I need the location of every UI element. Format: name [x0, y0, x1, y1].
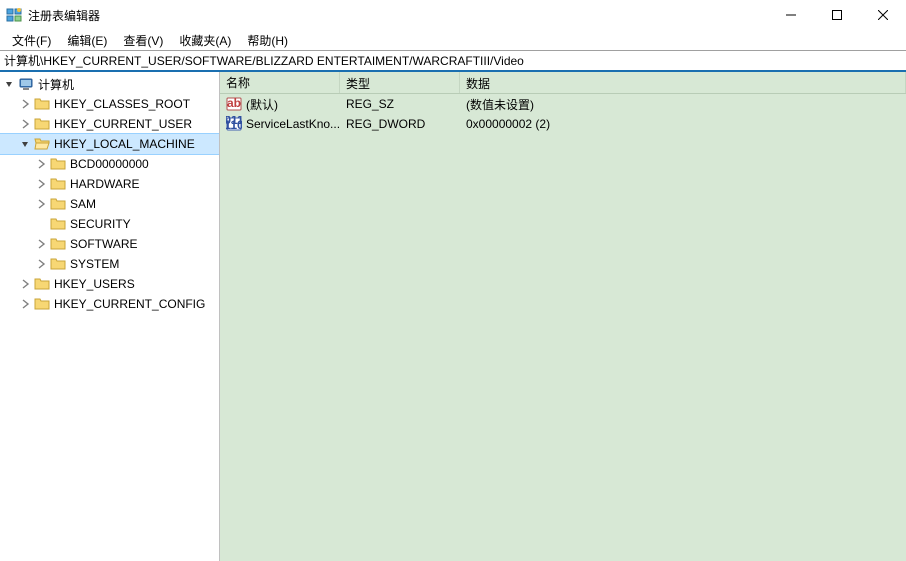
address-bar[interactable]: 计算机\HKEY_CURRENT_USER/SOFTWARE/BLIZZARD …: [0, 50, 906, 72]
tree-node-hkcc[interactable]: HKEY_CURRENT_CONFIG: [0, 294, 219, 314]
tree-pane[interactable]: 计算机 HKEY_CLASSES_ROOT: [0, 72, 220, 561]
value-type: REG_DWORD: [340, 117, 460, 131]
folder-icon: [34, 276, 50, 292]
chevron-down-icon[interactable]: [18, 137, 32, 151]
tree-label: HKEY_LOCAL_MACHINE: [54, 137, 201, 151]
tree-node-system[interactable]: SYSTEM: [0, 254, 219, 274]
tree-node-hku[interactable]: HKEY_USERS: [0, 274, 219, 294]
folder-icon: [50, 236, 66, 252]
values-pane: 名称 类型 数据 ab (默认) REG_SZ (数值未设置): [220, 72, 906, 561]
list-body[interactable]: ab (默认) REG_SZ (数值未设置) 011 110 ServiceLa…: [220, 94, 906, 561]
tree-node-hkcu[interactable]: HKEY_CURRENT_USER: [0, 114, 219, 134]
chevron-down-icon[interactable]: [2, 77, 16, 91]
menu-edit[interactable]: 编辑(E): [59, 30, 115, 51]
svg-text:ab: ab: [227, 96, 241, 110]
chevron-right-icon[interactable]: [18, 297, 32, 311]
menu-help[interactable]: 帮助(H): [239, 30, 296, 51]
tree-node-security[interactable]: SECURITY: [0, 214, 219, 234]
tree-node-hklm[interactable]: HKEY_LOCAL_MACHINE: [0, 134, 219, 154]
tree-label: SAM: [70, 197, 102, 211]
tree-label: SOFTWARE: [70, 237, 144, 251]
chevron-right-icon[interactable]: [34, 197, 48, 211]
value-name: (默认): [246, 96, 278, 113]
tree-node-bcd[interactable]: BCD00000000: [0, 154, 219, 174]
tree-label: HKEY_USERS: [54, 277, 141, 291]
menu-favorites[interactable]: 收藏夹(A): [171, 30, 239, 51]
tree-root-computer[interactable]: 计算机: [0, 74, 219, 94]
chevron-right-icon[interactable]: [34, 177, 48, 191]
close-button[interactable]: [860, 0, 906, 30]
tree-label: HKEY_CURRENT_USER: [54, 117, 198, 131]
list-header: 名称 类型 数据: [220, 72, 906, 94]
value-row[interactable]: ab (默认) REG_SZ (数值未设置): [220, 94, 906, 114]
tree-node-hardware[interactable]: HARDWARE: [0, 174, 219, 194]
reg-binary-icon: 011 110: [226, 116, 242, 132]
folder-icon: [34, 96, 50, 112]
tree-label: 计算机: [38, 76, 80, 93]
address-path: 计算机\HKEY_CURRENT_USER/SOFTWARE/BLIZZARD …: [4, 52, 524, 69]
column-header-name[interactable]: 名称: [220, 72, 340, 93]
menu-view[interactable]: 查看(V): [115, 30, 171, 51]
tree-label: HARDWARE: [70, 177, 146, 191]
folder-icon: [50, 216, 66, 232]
chevron-right-icon[interactable]: [18, 117, 32, 131]
folder-icon: [50, 176, 66, 192]
menu-file[interactable]: 文件(F): [4, 30, 59, 51]
tree-label: BCD00000000: [70, 157, 155, 171]
column-header-data[interactable]: 数据: [460, 72, 906, 93]
value-data: (数值未设置): [460, 96, 906, 113]
menu-bar: 文件(F) 编辑(E) 查看(V) 收藏夹(A) 帮助(H): [0, 30, 906, 50]
folder-open-icon: [34, 136, 50, 152]
chevron-right-icon[interactable]: [18, 277, 32, 291]
regedit-icon: [6, 7, 22, 23]
tree-node-sam[interactable]: SAM: [0, 194, 219, 214]
title-bar: 注册表编辑器: [0, 0, 906, 30]
minimize-button[interactable]: [768, 0, 814, 30]
folder-icon: [50, 196, 66, 212]
tree-label: HKEY_CLASSES_ROOT: [54, 97, 196, 111]
main-split: 计算机 HKEY_CLASSES_ROOT: [0, 72, 906, 561]
folder-icon: [34, 296, 50, 312]
value-row[interactable]: 011 110 ServiceLastKno... REG_DWORD 0x00…: [220, 114, 906, 134]
value-name: ServiceLastKno...: [246, 117, 340, 131]
folder-icon: [50, 156, 66, 172]
value-data: 0x00000002 (2): [460, 117, 906, 131]
chevron-right-icon[interactable]: [18, 97, 32, 111]
tree-node-software[interactable]: SOFTWARE: [0, 234, 219, 254]
folder-icon: [50, 256, 66, 272]
maximize-button[interactable]: [814, 0, 860, 30]
tree-label: HKEY_CURRENT_CONFIG: [54, 297, 211, 311]
chevron-right-icon[interactable]: [34, 157, 48, 171]
reg-string-icon: ab: [226, 96, 242, 112]
value-type: REG_SZ: [340, 97, 460, 111]
chevron-right-icon[interactable]: [34, 257, 48, 271]
column-header-type[interactable]: 类型: [340, 72, 460, 93]
tree-label: SYSTEM: [70, 257, 125, 271]
svg-text:110: 110: [226, 118, 242, 132]
folder-icon: [34, 116, 50, 132]
chevron-right-icon[interactable]: [34, 237, 48, 251]
computer-icon: [18, 76, 34, 92]
window-title: 注册表编辑器: [28, 7, 768, 24]
tree-label: SECURITY: [70, 217, 137, 231]
tree-node-hkcr[interactable]: HKEY_CLASSES_ROOT: [0, 94, 219, 114]
